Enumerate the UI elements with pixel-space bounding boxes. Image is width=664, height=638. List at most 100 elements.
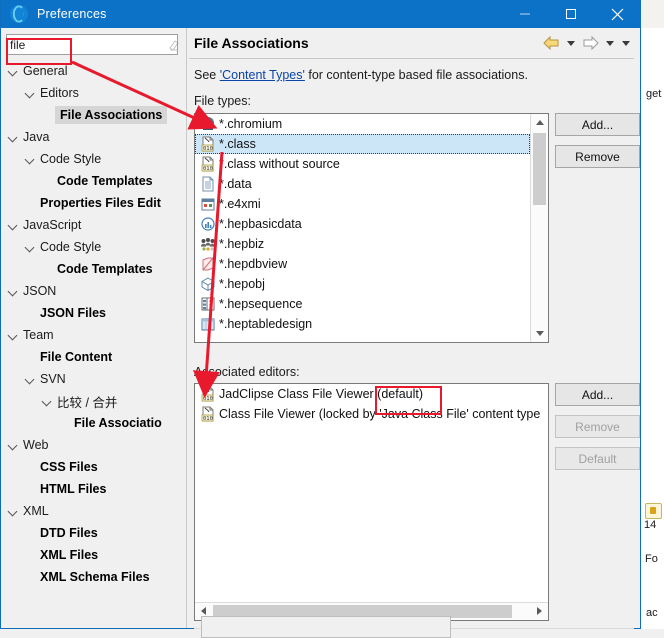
maximize-button[interactable] <box>548 0 594 28</box>
search-input[interactable] <box>7 35 168 54</box>
sidebar-item-svn[interactable]: SVN <box>1 368 186 390</box>
svg-text:010: 010 <box>203 146 213 152</box>
sidebar-item-general[interactable]: General <box>1 60 186 82</box>
associated-editors-list[interactable]: 010 JadClipse Class File Viewer (default)… <box>194 383 549 621</box>
chevron-down-icon[interactable] <box>22 85 38 101</box>
chevron-right-icon[interactable] <box>531 603 548 619</box>
file-type-row[interactable]: 010 *.class <box>195 134 530 154</box>
sidebar-item-code-style[interactable]: Code Style <box>1 236 186 258</box>
chevron-down-icon[interactable] <box>5 63 21 79</box>
sidebar-item-web[interactable]: Web <box>1 434 186 456</box>
associated-editor-row[interactable]: 010 JadClipse Class File Viewer (default) <box>195 384 548 404</box>
file-type-label: *.hepobj <box>219 277 265 291</box>
file-type-row[interactable]: *.hepobj <box>195 274 530 294</box>
filter-field-wrapper[interactable] <box>6 34 180 55</box>
sidebar-item-file-associatio[interactable]: File Associatio <box>1 412 186 434</box>
file-type-row[interactable]: *.hepdbview <box>195 254 530 274</box>
file-types-list[interactable]: *.chromium 010 *.class 010 *.class without s… <box>194 113 549 343</box>
chevron-down-icon[interactable] <box>22 371 38 387</box>
editors-default-button[interactable]: Default <box>555 447 640 470</box>
sidebar-item-html-files[interactable]: HTML Files <box>1 478 186 500</box>
sidebar-item-xml-files[interactable]: XML Files <box>1 544 186 566</box>
dialog-bottom-button[interactable] <box>201 616 451 638</box>
view-menu-chevron-down-icon[interactable] <box>619 34 632 52</box>
chevron-down-icon[interactable] <box>39 393 55 409</box>
file-type-row[interactable]: 010 *.class without source <box>195 154 530 174</box>
sidebar-item-json-files[interactable]: JSON Files <box>1 302 186 324</box>
sidebar-item-label: Code Templates <box>57 262 153 276</box>
forward-arrow-icon[interactable] <box>580 34 600 52</box>
sequence-icon <box>199 296 216 312</box>
sidebar-item-dtd-files[interactable]: DTD Files <box>1 522 186 544</box>
file-type-row[interactable]: *.e4xmi <box>195 194 530 214</box>
file-types-label: File types: <box>194 94 251 108</box>
chevron-up-icon[interactable] <box>531 114 548 131</box>
sidebar-item-file-content[interactable]: File Content <box>1 346 186 368</box>
preferences-tree[interactable]: General Editors File Associations Java Code … <box>1 60 186 628</box>
sidebar-item-code-templates[interactable]: Code Templates <box>1 258 186 280</box>
sidebar-item-editors[interactable]: Editors <box>1 82 186 104</box>
sidebar-item-label: XML Files <box>40 548 99 562</box>
content-types-link[interactable]: 'Content Types' <box>220 68 305 82</box>
close-button[interactable] <box>594 0 640 28</box>
chevron-down-icon[interactable] <box>5 437 21 453</box>
sidebar-item-json[interactable]: JSON <box>1 280 186 302</box>
document-icon <box>199 176 216 192</box>
dialog-title: Preferences <box>37 7 107 21</box>
sidebar-item-xml[interactable]: XML <box>1 500 186 522</box>
sidebar-item-team[interactable]: Team <box>1 324 186 346</box>
sidebar-item-label: Code Style <box>40 152 102 166</box>
sidebar-item-code-style[interactable]: Code Style <box>1 148 186 170</box>
file-type-row[interactable]: *.chromium <box>195 114 530 134</box>
editors-add-button[interactable]: Add... <box>555 383 640 406</box>
chevron-down-icon[interactable] <box>5 283 21 299</box>
clear-filter-icon[interactable] <box>168 35 180 54</box>
file-types-remove-button[interactable]: Remove <box>555 145 640 168</box>
associated-editor-row[interactable]: 010 Class File Viewer (locked by 'Java Cl… <box>195 404 548 424</box>
back-arrow-icon[interactable] <box>541 34 561 52</box>
file-types-vertical-scrollbar[interactable] <box>530 114 548 342</box>
background-right-panel <box>640 28 664 629</box>
file-type-row[interactable]: *.heptabledesign <box>195 314 530 334</box>
chevron-down-icon[interactable] <box>5 503 21 519</box>
file-type-label: *.chromium <box>219 117 283 131</box>
chevron-down-icon[interactable] <box>5 217 21 233</box>
file-type-row[interactable]: *.hepbiz <box>195 234 530 254</box>
associated-editors-items[interactable]: 010 JadClipse Class File Viewer (default)… <box>195 384 548 424</box>
background-text: Fo <box>645 553 658 565</box>
sidebar-item-code-templates[interactable]: Code Templates <box>1 170 186 192</box>
file-types-items[interactable]: *.chromium 010 *.class 010 *.class without s… <box>195 114 530 342</box>
sidebar-item-java[interactable]: Java <box>1 126 186 148</box>
file-types-add-button[interactable]: Add... <box>555 113 640 136</box>
sidebar-item-xml-schema-files[interactable]: XML Schema Files <box>1 566 186 588</box>
sidebar-item-properties-files-edit[interactable]: Properties Files Edit <box>1 192 186 214</box>
minimize-button[interactable] <box>502 0 548 28</box>
editors-remove-button[interactable]: Remove <box>555 415 640 438</box>
class-file-icon: 010 <box>199 156 216 172</box>
chevron-down-icon[interactable] <box>22 239 38 255</box>
see-prefix: See <box>194 68 220 82</box>
chevron-down-icon[interactable] <box>5 327 21 343</box>
svg-text:010: 010 <box>203 416 213 422</box>
file-type-row[interactable]: *.data <box>195 174 530 194</box>
back-history-chevron-down-icon[interactable] <box>564 34 577 52</box>
chevron-down-icon[interactable] <box>5 129 21 145</box>
file-type-row[interactable]: *.hepbasicdata <box>195 214 530 234</box>
sidebar-item-javascript[interactable]: JavaScript <box>1 214 186 236</box>
chevron-down-icon[interactable] <box>22 151 38 167</box>
dialog-title-bar: Preferences <box>1 0 640 28</box>
file-associations-page: File Associations See 'Content Types' fo… <box>189 28 640 629</box>
scrollbar-thumb[interactable] <box>533 133 546 205</box>
chevron-down-icon[interactable] <box>531 325 548 342</box>
sidebar-item-file-associations[interactable]: File Associations <box>1 104 186 126</box>
forward-history-chevron-down-icon[interactable] <box>603 34 616 52</box>
file-type-row[interactable]: *.hepsequence <box>195 294 530 314</box>
class-file-icon: 010 <box>199 386 216 402</box>
sidebar-item-css-files[interactable]: CSS Files <box>1 456 186 478</box>
sidebar-item-[interactable]: 比较 / 合并 <box>1 390 186 412</box>
